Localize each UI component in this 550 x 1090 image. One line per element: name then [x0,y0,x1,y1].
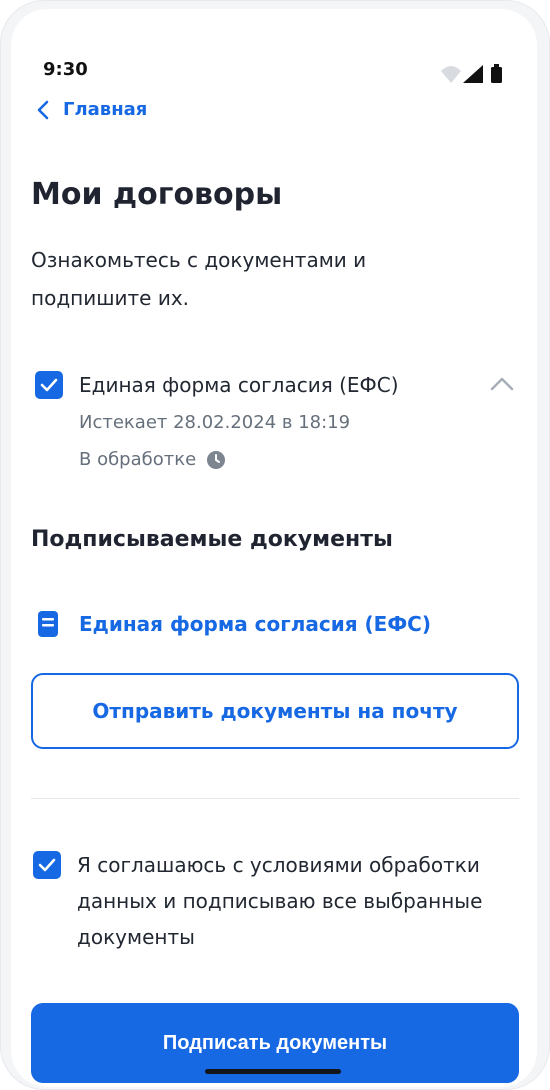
back-link-label: Главная [63,99,148,120]
document-status: В обработке [79,449,226,470]
screen: 9:30 Главная Мои договоры Ознакомьтесь с… [11,9,537,1087]
expand-toggle[interactable] [487,369,517,399]
signing-document-label: Единая форма согласия (ЕФС) [79,612,431,636]
battery-icon [491,64,502,83]
signing-section-title: Подписываемые документы [31,527,393,552]
status-icons [437,61,507,85]
chevron-left-icon [37,100,49,119]
phone-frame: 9:30 Главная Мои договоры Ознакомьтесь с… [0,0,550,1090]
document-title: Единая форма согласия (ЕФС) [79,373,399,397]
chevron-up-icon [490,377,514,391]
signal-icon [463,65,483,83]
back-link[interactable]: Главная [37,99,147,120]
checkmark-icon [40,378,58,392]
page-title: Мои договоры [31,177,283,212]
document-status-text: В обработке [79,449,197,470]
home-indicator [205,1069,341,1074]
wifi-icon [441,66,461,83]
divider [31,798,519,799]
document-checkbox[interactable] [35,371,63,399]
checkmark-icon [38,858,56,872]
consent-checkbox[interactable] [33,851,61,879]
consent-text: Я соглашаюсь с условиями обработки данны… [77,853,483,949]
document-icon [38,611,58,637]
send-documents-button[interactable]: Отправить документы на почту [31,673,519,749]
intro-text: Ознакомьтесь с документами и подпишите и… [31,248,367,310]
signing-document-link[interactable]: Единая форма согласия (ЕФС) [37,610,431,638]
document-expires: Истекает 28.02.2024 в 18:19 [79,412,351,433]
clock-icon [207,450,226,469]
status-time: 9:30 [43,59,88,80]
